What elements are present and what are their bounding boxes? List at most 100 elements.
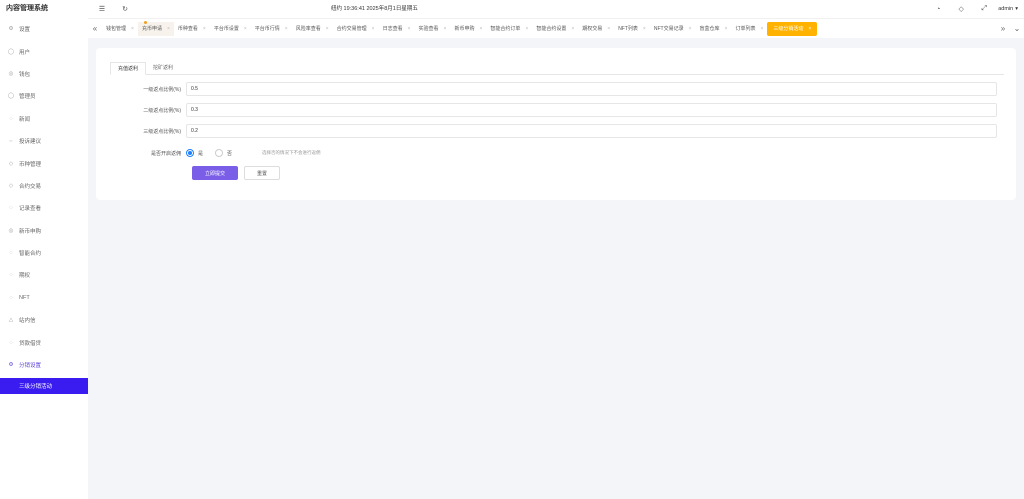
radio-no[interactable]: 否 bbox=[215, 149, 232, 157]
close-icon[interactable]: × bbox=[643, 26, 646, 32]
tab-blind-box-warehouse[interactable]: 盲盒仓库 × bbox=[696, 22, 732, 36]
tab-label: 钱包管理 bbox=[106, 26, 127, 32]
option-icon: ◌ bbox=[9, 272, 13, 279]
radio-yes[interactable]: 是 bbox=[186, 149, 203, 157]
tab-platform-coin-market[interactable]: 平台币行情 × bbox=[251, 22, 292, 36]
sidebar-item-nft[interactable]: ◌ NFT bbox=[0, 287, 88, 309]
tab-label: 日志查看 bbox=[382, 26, 403, 32]
close-icon[interactable]: × bbox=[244, 26, 247, 32]
radio-no-circle[interactable] bbox=[215, 149, 224, 157]
sidebar-item-users[interactable]: ◯ 用户 bbox=[0, 40, 88, 62]
tabs-scroll-left-icon[interactable]: « bbox=[88, 19, 102, 39]
tab-coin-view[interactable]: 币种查看 × bbox=[174, 22, 210, 36]
sidebar-item-label: 分销设置 bbox=[19, 363, 42, 370]
close-icon[interactable]: × bbox=[326, 26, 329, 32]
enable-commission-label: 是否开启返佣 bbox=[150, 150, 181, 157]
tab-contract-trading[interactable]: 合约交易管理 × bbox=[333, 22, 379, 36]
tab-logs[interactable]: 日志查看 × bbox=[379, 22, 415, 36]
close-icon[interactable]: × bbox=[131, 26, 134, 32]
close-icon[interactable]: × bbox=[372, 26, 375, 32]
tab-new-coin-subscription[interactable]: 新币申购 × bbox=[450, 22, 486, 36]
sidebar-item-news[interactable]: ◌ 新闻 bbox=[0, 108, 88, 130]
refresh-icon[interactable]: ↻ bbox=[121, 5, 129, 13]
user-menu[interactable]: admin ▾ bbox=[998, 6, 1018, 12]
fullscreen-icon[interactable]: ⤢ bbox=[980, 5, 988, 13]
level1-rebate-label: 一级返点比例(%) bbox=[143, 86, 181, 93]
sidebar-item-smart-contract[interactable]: ◌ 智能合约 bbox=[0, 242, 88, 264]
close-icon[interactable]: × bbox=[167, 26, 170, 32]
tab-wallet-management[interactable]: 钱包管理 × bbox=[102, 22, 138, 36]
tab-smart-contract-settings[interactable]: 智能合约设置 × bbox=[532, 22, 578, 36]
level2-rebate-row: 二级返点比例(%) 0.3 bbox=[96, 103, 1016, 117]
sidebar-item-contract[interactable]: ◇ 合约交易 bbox=[0, 175, 88, 197]
app-title: 内容管理系统 bbox=[6, 5, 48, 12]
sidebar-item-wallet[interactable]: ◎ 钱包 bbox=[0, 63, 88, 85]
distribution-icon: ⚙ bbox=[8, 362, 14, 369]
close-icon[interactable]: × bbox=[444, 26, 447, 32]
tab-mining-rebate[interactable]: 挖矿返利 bbox=[146, 62, 180, 75]
tab-label: NFT列表 bbox=[618, 26, 638, 32]
tab-risk-rate[interactable]: 风险率查看 × bbox=[292, 22, 333, 36]
tabs-scroll-right-icon[interactable]: » bbox=[996, 19, 1010, 39]
level1-rebate-input[interactable]: 0.5 bbox=[186, 82, 997, 96]
tabs-bar: « 钱包管理 × 充币申请 × 币种查看 × 平台币设置 × 平台币行情 × 风险率查看 ×… bbox=[88, 18, 1024, 38]
sidebar-item-newcoin[interactable]: ◎ 新币申购 bbox=[0, 220, 88, 242]
sidebar-item-coins[interactable]: ◇ 币种管理 bbox=[0, 152, 88, 174]
submit-button[interactable]: 立即提交 bbox=[192, 166, 238, 180]
tab-nft-list[interactable]: NFT列表 × bbox=[614, 22, 650, 36]
sidebar-item-label: 记录查看 bbox=[19, 206, 42, 213]
tab-nft-trade-records[interactable]: NFT交易记录 × bbox=[650, 22, 696, 36]
feedback-icon: ⇔ bbox=[8, 138, 14, 145]
close-icon[interactable]: × bbox=[725, 26, 728, 32]
close-icon[interactable]: × bbox=[607, 26, 610, 32]
tab-deposit-requests[interactable]: 充币申请 × bbox=[137, 20, 174, 36]
sidebar-subitem-three-level-distribution[interactable]: 三级分销活动 bbox=[0, 378, 88, 395]
news-icon: ◌ bbox=[9, 115, 13, 122]
sidebar-item-settings[interactable]: ⚙ 设置 bbox=[0, 18, 88, 40]
tag-icon[interactable]: ◇ bbox=[957, 5, 965, 13]
tab-label: 风险率查看 bbox=[295, 26, 321, 32]
sidebar-item-options[interactable]: ◌ 期权 bbox=[0, 264, 88, 286]
menu-fold-icon[interactable]: ☰ bbox=[98, 5, 106, 13]
radio-yes-circle[interactable] bbox=[186, 149, 194, 157]
tab-options-trading[interactable]: 期权交易 × bbox=[578, 22, 614, 36]
tab-deposit-rebate[interactable]: 充值返利 bbox=[110, 62, 147, 75]
sidebar-item-distribution[interactable]: ⚙ 分销设置 bbox=[0, 354, 88, 376]
gear-icon: ⚙ bbox=[8, 26, 14, 33]
level2-rebate-input[interactable]: 0.3 bbox=[186, 103, 997, 117]
close-icon[interactable]: × bbox=[689, 26, 692, 32]
close-icon[interactable]: × bbox=[808, 26, 811, 32]
sidebar-item-label: 新闻 bbox=[19, 116, 31, 123]
tab-label: 智能合约设置 bbox=[536, 26, 567, 32]
close-icon[interactable]: × bbox=[760, 26, 763, 32]
wallet-icon: ◎ bbox=[8, 70, 14, 77]
close-icon[interactable]: × bbox=[285, 26, 288, 32]
sidebar-item-records[interactable]: ◌ 记录查看 bbox=[0, 197, 88, 219]
close-icon[interactable]: × bbox=[571, 26, 574, 32]
close-icon[interactable]: × bbox=[203, 26, 206, 32]
reset-button[interactable]: 重置 bbox=[244, 166, 280, 180]
sidebar-item-feedback[interactable]: ⇔ 投诉建议 bbox=[0, 130, 88, 152]
top-header: ☰ ↻ 纽约 19:36:41 2025年8月1日星期五 ◔ ◇ ⤢ admin… bbox=[88, 0, 1024, 18]
tab-smart-contract-orders[interactable]: 智能合约订单 × bbox=[486, 22, 532, 36]
smart-contract-icon: ◌ bbox=[9, 250, 13, 257]
tab-platform-coin-settings[interactable]: 平台币设置 × bbox=[210, 22, 251, 36]
skin-icon[interactable]: ◔ bbox=[934, 5, 942, 13]
username: admin bbox=[998, 6, 1014, 12]
caret-down-icon: ▾ bbox=[1015, 6, 1018, 12]
tab-three-level-distribution[interactable]: 三级分销活动 × bbox=[767, 21, 818, 36]
tab-order-list[interactable]: 订单列表 × bbox=[731, 22, 767, 36]
tab-experiments[interactable]: 实验查看 × bbox=[415, 22, 451, 36]
tab-label: 平台币设置 bbox=[213, 26, 239, 32]
sidebar-item-admin[interactable]: ◯ 管理员 bbox=[0, 85, 88, 107]
sidebar-item-loan[interactable]: ◌ 贷款借贷 bbox=[0, 331, 88, 353]
level3-rebate-input[interactable]: 0.2 bbox=[186, 124, 997, 138]
tab-label: 合约交易管理 bbox=[336, 26, 367, 32]
sidebar-item-label: 新币申购 bbox=[19, 228, 42, 235]
close-icon[interactable]: × bbox=[479, 26, 482, 32]
tabs-dropdown-icon[interactable]: ⌄ bbox=[1010, 19, 1024, 39]
sidebar-item-messages[interactable]: △ 站内信 bbox=[0, 309, 88, 331]
sidebar-item-label: 智能合约 bbox=[19, 251, 42, 258]
close-icon[interactable]: × bbox=[408, 26, 411, 32]
close-icon[interactable]: × bbox=[525, 26, 528, 32]
